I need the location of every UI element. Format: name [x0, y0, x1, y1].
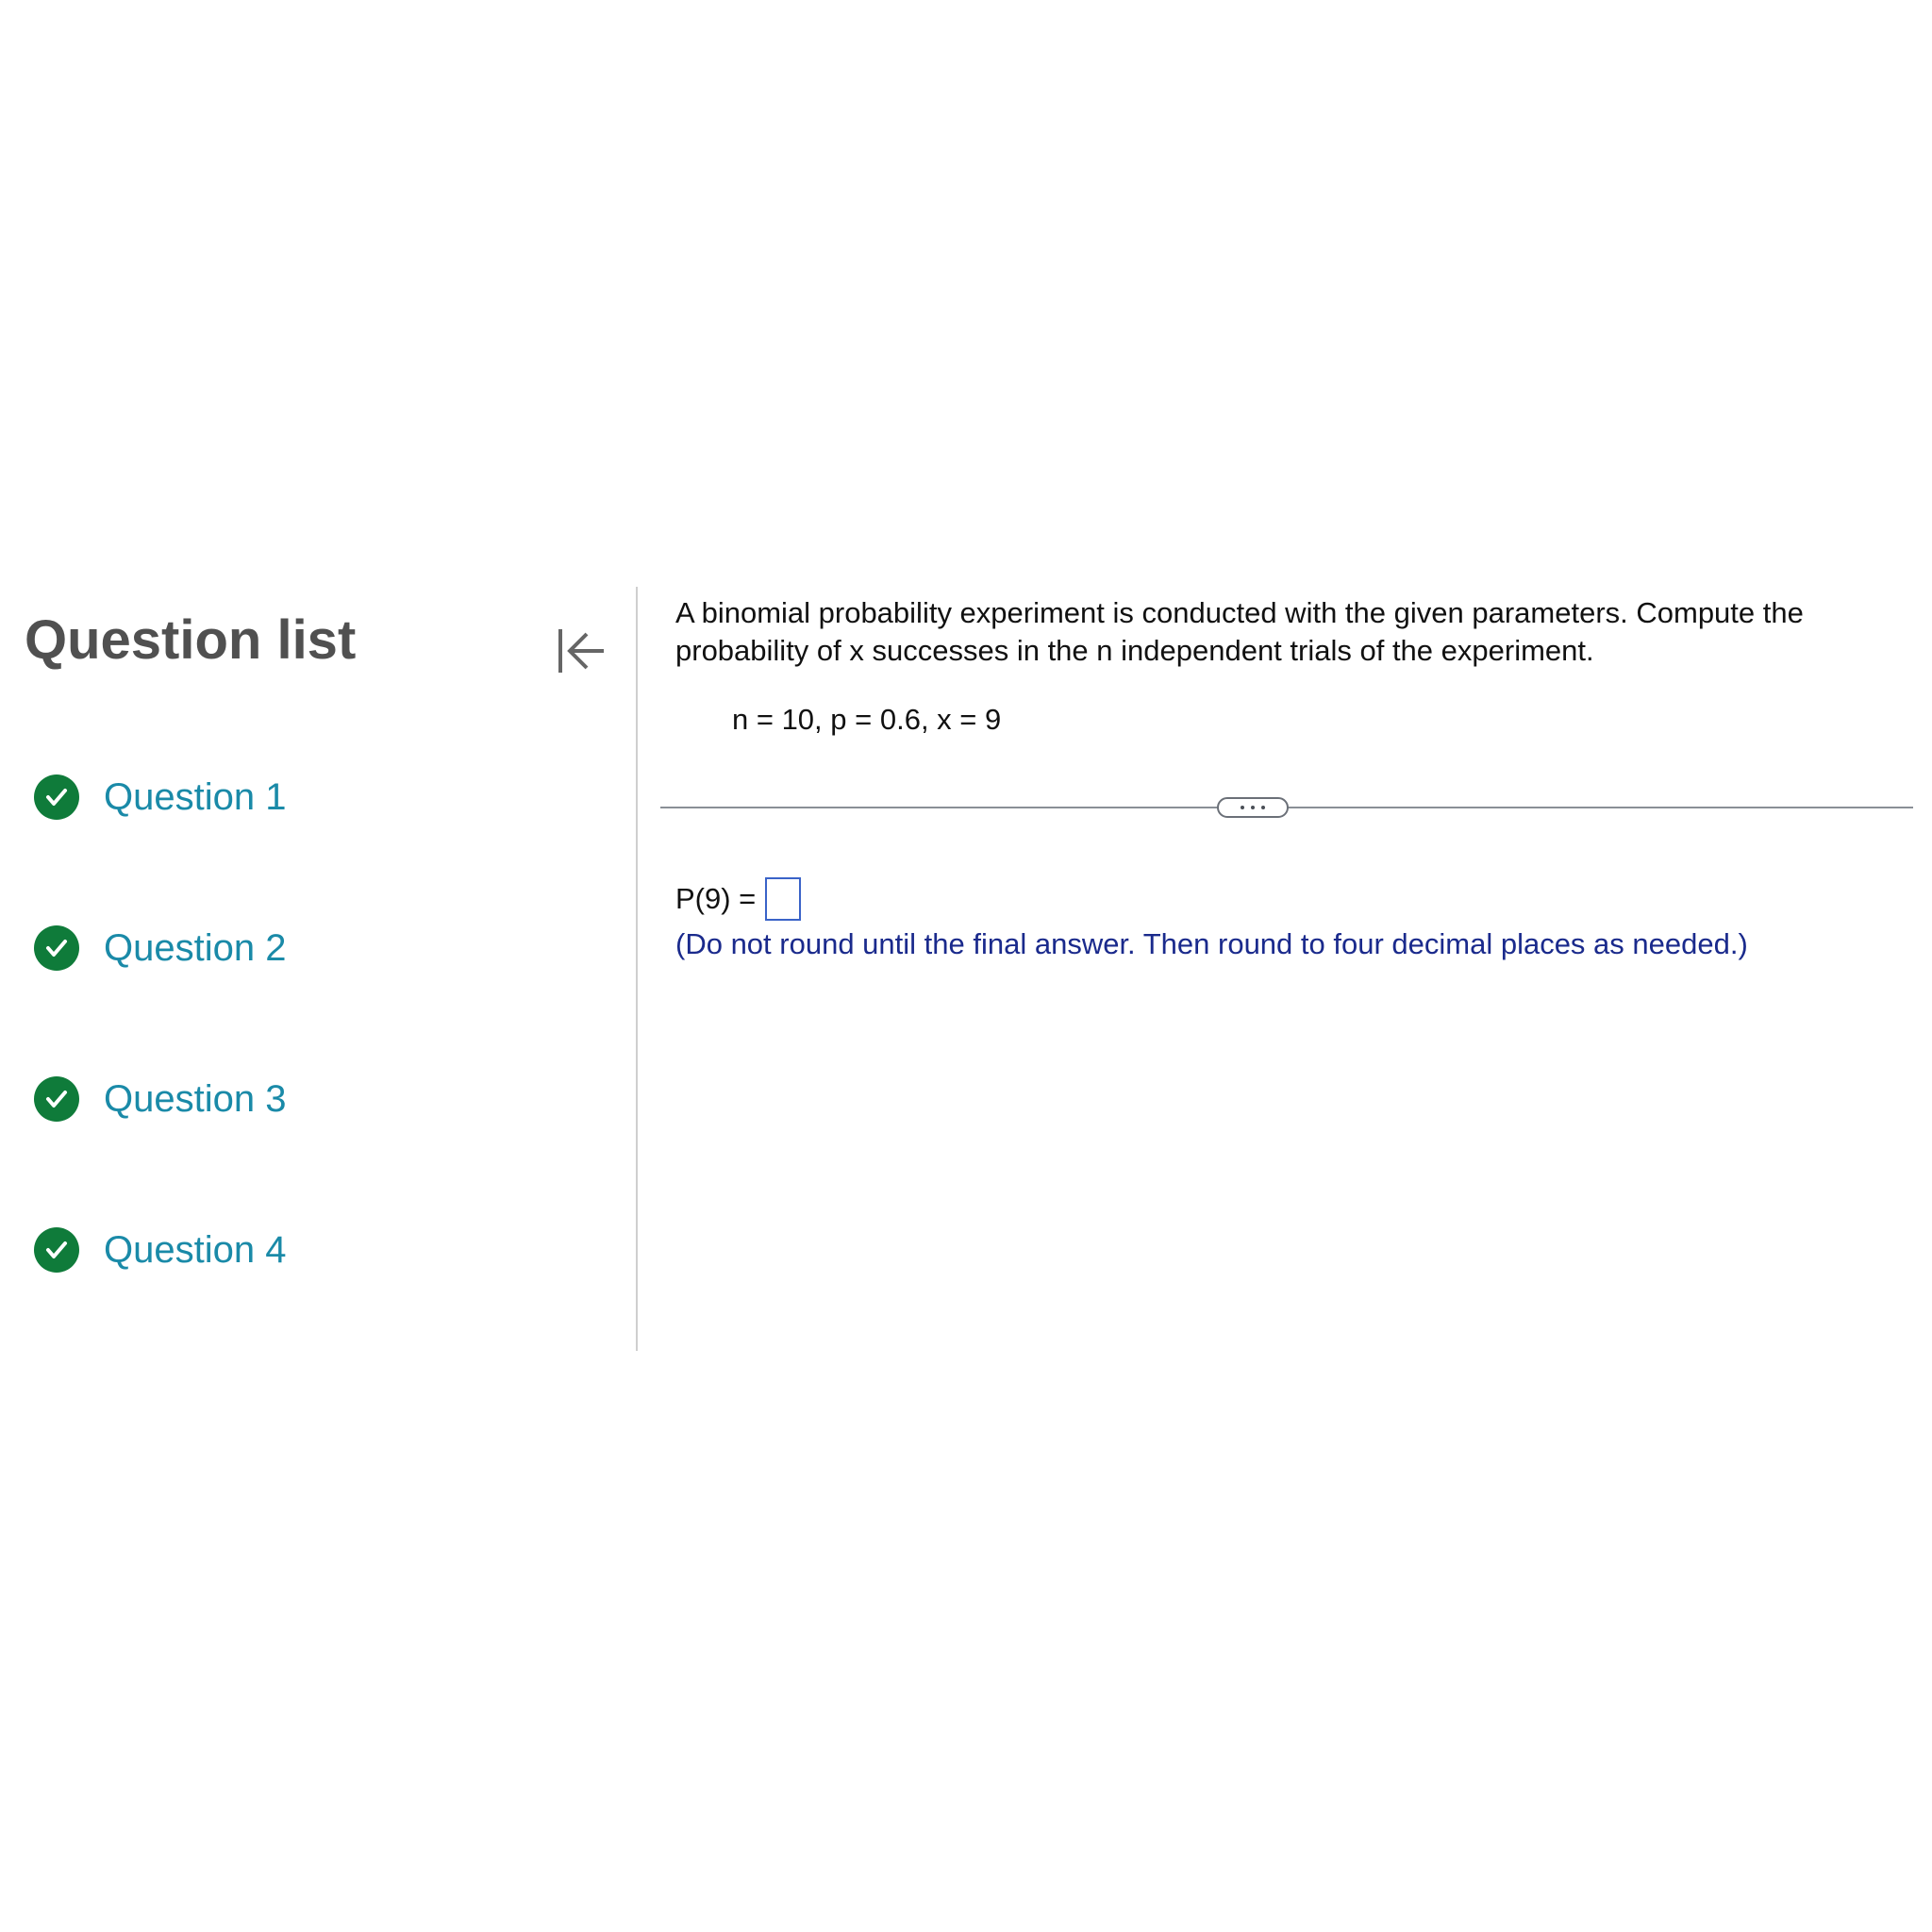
page: Question list Question 1 Question 2 Ques…	[0, 0, 1932, 1932]
question-list-item-3[interactable]: Question 3	[34, 1071, 286, 1127]
question-text: A binomial probability experiment is con…	[675, 596, 1804, 667]
collapse-left-icon	[558, 629, 604, 673]
answer-label: P(9) =	[675, 882, 757, 915]
question-panel: A binomial probability experiment is con…	[675, 594, 1911, 736]
check-circle-icon	[34, 925, 79, 971]
expand-more-button[interactable]	[1217, 797, 1289, 818]
question-parameters: n = 10, p = 0.6, x = 9	[732, 703, 1002, 736]
rounding-hint: (Do not round until the final answer. Th…	[675, 927, 1748, 960]
question-list-item-4[interactable]: Question 4	[34, 1222, 286, 1278]
check-circle-icon	[34, 1227, 79, 1273]
question-list-item-2[interactable]: Question 2	[34, 920, 286, 976]
question-list-sidebar: Question list Question 1 Question 2 Ques…	[0, 585, 637, 1351]
more-dots-icon	[1241, 806, 1244, 809]
answer-row: P(9) =	[675, 877, 802, 921]
panel-divider[interactable]	[636, 587, 638, 1351]
answer-input[interactable]	[765, 877, 802, 921]
question-link[interactable]: Question 4	[104, 1229, 286, 1272]
question-link[interactable]: Question 3	[104, 1078, 286, 1121]
question-link[interactable]: Question 1	[104, 776, 286, 819]
sidebar-title: Question list	[25, 609, 357, 671]
collapse-sidebar-button[interactable]	[547, 618, 613, 684]
check-circle-icon	[34, 1076, 79, 1122]
check-circle-icon	[34, 774, 79, 820]
question-list-item-1[interactable]: Question 1	[34, 769, 286, 825]
question-link[interactable]: Question 2	[104, 927, 286, 970]
